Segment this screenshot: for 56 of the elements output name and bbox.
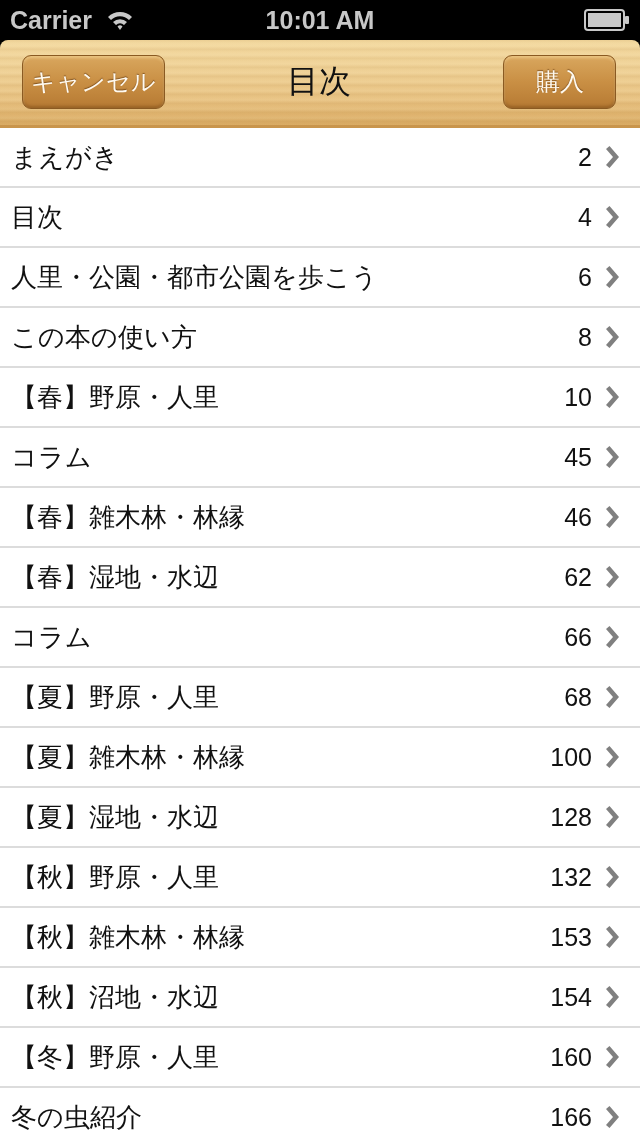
chevron-icon bbox=[604, 386, 620, 408]
chapter-title: 【春】雑木林・林縁 bbox=[11, 500, 246, 534]
chevron-icon bbox=[604, 626, 620, 648]
chapter-title: コラム bbox=[11, 620, 93, 654]
chevron-icon bbox=[604, 1046, 620, 1068]
page-number: 68 bbox=[564, 682, 592, 712]
chapter-title: コラム bbox=[11, 440, 93, 474]
chapter-title: 冬の虫紹介 bbox=[11, 1100, 143, 1134]
chapter-title: 【夏】湿地・水辺 bbox=[11, 800, 220, 834]
chevron-icon bbox=[604, 746, 620, 768]
chevron-icon bbox=[604, 566, 620, 588]
chapter-title: 【夏】雑木林・林縁 bbox=[11, 740, 246, 774]
battery-icon bbox=[584, 9, 630, 31]
page-number: 66 bbox=[564, 622, 592, 652]
chevron-icon bbox=[604, 866, 620, 888]
page-number: 6 bbox=[578, 262, 592, 292]
page-number: 153 bbox=[550, 922, 592, 952]
chapter-title: 目次 bbox=[11, 200, 64, 234]
chapter-title: 【秋】沼地・水辺 bbox=[11, 980, 220, 1014]
chevron-icon bbox=[604, 986, 620, 1008]
page-number: 166 bbox=[550, 1102, 592, 1132]
chapter-title: 【春】野原・人里 bbox=[11, 380, 220, 414]
page-number: 8 bbox=[578, 322, 592, 352]
page-number: 2 bbox=[578, 142, 592, 172]
chapter-title: まえがき bbox=[11, 140, 120, 174]
chevron-icon bbox=[604, 146, 620, 168]
chevron-icon bbox=[604, 806, 620, 828]
chevron-icon bbox=[604, 926, 620, 948]
page-number: 100 bbox=[550, 742, 592, 772]
page-number: 4 bbox=[578, 202, 592, 232]
chevron-icon bbox=[604, 506, 620, 528]
page-number: 46 bbox=[564, 502, 592, 532]
page-number: 45 bbox=[564, 442, 592, 472]
chapter-title: 人里・公園・都市公園を歩こう bbox=[11, 260, 379, 294]
page-number: 160 bbox=[550, 1042, 592, 1072]
page-number: 62 bbox=[564, 562, 592, 592]
chevron-icon bbox=[604, 686, 620, 708]
chapter-title: 【冬】野原・人里 bbox=[11, 1040, 220, 1074]
chevron-icon bbox=[604, 446, 620, 468]
clock-time: 10:01 AM bbox=[265, 5, 375, 35]
chapter-title: この本の使い方 bbox=[11, 320, 198, 354]
chapter-title: 【秋】野原・人里 bbox=[11, 860, 220, 894]
chapter-title: 【秋】雑木林・林縁 bbox=[11, 920, 246, 954]
chapter-title: 【春】湿地・水辺 bbox=[11, 560, 220, 594]
page-number: 128 bbox=[550, 802, 592, 832]
chevron-icon bbox=[604, 206, 620, 228]
nav-title: 目次 bbox=[287, 60, 351, 102]
page-number: 10 bbox=[564, 382, 592, 412]
chapter-title: 【夏】野原・人里 bbox=[11, 680, 220, 714]
carrier-name: Carrier bbox=[10, 5, 92, 35]
wifi-icon bbox=[106, 9, 134, 31]
page-number: 132 bbox=[550, 862, 592, 892]
chevron-icon bbox=[604, 326, 620, 348]
chevron-icon bbox=[604, 1106, 620, 1128]
chevron-icon bbox=[604, 266, 620, 288]
page-number: 154 bbox=[550, 982, 592, 1012]
